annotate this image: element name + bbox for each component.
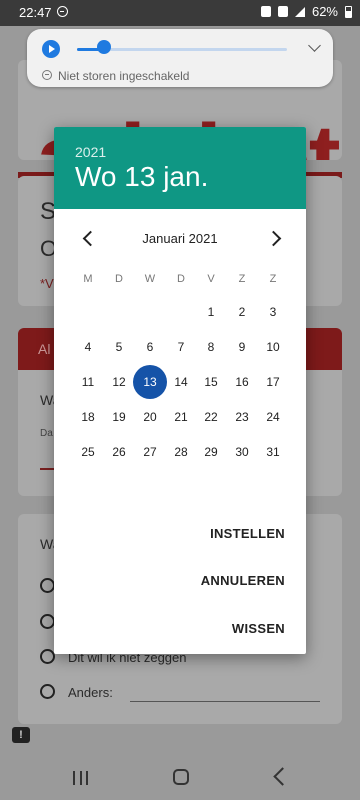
calendar-day[interactable]: 11 xyxy=(71,365,105,399)
chevron-down-icon[interactable] xyxy=(308,39,321,52)
do-not-disturb-icon xyxy=(57,6,68,17)
date-picker-dialog: 2021 Wo 13 jan. Januari 2021 MDWDVZZ 123… xyxy=(54,127,306,654)
calendar-day[interactable]: 18 xyxy=(71,400,105,434)
status-bar: 22:47 62% xyxy=(0,0,360,26)
required-note: *V xyxy=(40,276,54,291)
question-1-hint: Da xyxy=(40,428,53,439)
status-icons: 62% xyxy=(260,4,352,19)
play-icon[interactable] xyxy=(42,40,60,58)
calendar-day[interactable]: 20 xyxy=(133,400,167,434)
weekday-label: D xyxy=(177,273,185,285)
seek-thumb[interactable] xyxy=(97,40,111,54)
calendar-day[interactable]: 10 xyxy=(256,330,290,364)
calendar-day-selected[interactable]: 13 xyxy=(133,365,167,399)
weekday-label: V xyxy=(207,273,215,285)
feedback-icon[interactable]: ! xyxy=(12,727,30,743)
calendar-day[interactable]: 16 xyxy=(225,365,259,399)
calendar-day[interactable]: 1 xyxy=(194,295,228,329)
weekday-label: D xyxy=(115,273,123,285)
radio-option-1[interactable] xyxy=(40,578,55,593)
recent-apps-button[interactable] xyxy=(73,771,88,785)
calendar-day[interactable]: 28 xyxy=(164,435,198,469)
battery-icon xyxy=(345,5,352,18)
calendar-day[interactable]: 6 xyxy=(133,330,167,364)
weekday-label: W xyxy=(144,273,156,285)
weekday-label: M xyxy=(83,273,93,285)
navigation-bar xyxy=(0,756,360,800)
clear-button[interactable]: WISSEN xyxy=(232,621,285,636)
radio-option-4[interactable] xyxy=(40,684,55,699)
home-button[interactable] xyxy=(173,769,189,785)
radio-option-2[interactable] xyxy=(40,614,55,629)
calendar-day[interactable]: 4 xyxy=(71,330,105,364)
header-date: Wo 13 jan. xyxy=(75,161,209,192)
calendar-day[interactable]: 7 xyxy=(164,330,198,364)
calendar-day[interactable]: 21 xyxy=(164,400,198,434)
back-button[interactable] xyxy=(273,767,292,786)
calendar-day[interactable]: 2 xyxy=(225,295,259,329)
set-button[interactable]: INSTELLEN xyxy=(210,526,285,541)
header-year[interactable]: 2021 xyxy=(75,144,106,160)
weekday-label: Z xyxy=(269,273,277,285)
calendar-day[interactable]: 19 xyxy=(102,400,136,434)
calendar-day[interactable]: 22 xyxy=(194,400,228,434)
calendar-day[interactable]: 23 xyxy=(225,400,259,434)
other-input-line[interactable] xyxy=(130,701,320,702)
calendar-day[interactable]: 31 xyxy=(256,435,290,469)
calendar-day[interactable]: 30 xyxy=(225,435,259,469)
alarm-icon xyxy=(260,6,271,17)
battery-percent: 62% xyxy=(311,4,338,19)
calendar-day[interactable]: 8 xyxy=(194,330,228,364)
radio-option-3[interactable] xyxy=(40,649,55,664)
dnd-status-label: Niet storen ingeschakeld xyxy=(58,69,190,83)
status-time: 22:47 xyxy=(19,5,52,20)
calendar-day[interactable]: 5 xyxy=(102,330,136,364)
calendar-day[interactable]: 26 xyxy=(102,435,136,469)
calendar-day[interactable]: 9 xyxy=(225,330,259,364)
calendar-day[interactable]: 17 xyxy=(256,365,290,399)
cancel-button[interactable]: ANNULEREN xyxy=(201,573,285,588)
calendar-day[interactable]: 29 xyxy=(194,435,228,469)
radio-option-4-label: Anders: xyxy=(68,685,113,700)
section-title: Al xyxy=(38,341,51,357)
calendar-day[interactable]: 3 xyxy=(256,295,290,329)
calendar-day[interactable]: 24 xyxy=(256,400,290,434)
do-not-disturb-icon xyxy=(42,70,52,80)
calendar-day[interactable]: 15 xyxy=(194,365,228,399)
weekday-label: Z xyxy=(238,273,246,285)
calendar-day[interactable]: 27 xyxy=(133,435,167,469)
media-notification: Niet storen ingeschakeld xyxy=(27,29,333,87)
date-picker-header: 2021 Wo 13 jan. xyxy=(54,127,306,209)
calendar-day[interactable]: 12 xyxy=(102,365,136,399)
calendar-day[interactable]: 14 xyxy=(164,365,198,399)
vibrate-icon xyxy=(277,6,288,17)
calendar-day[interactable]: 25 xyxy=(71,435,105,469)
signal-icon xyxy=(294,6,305,17)
